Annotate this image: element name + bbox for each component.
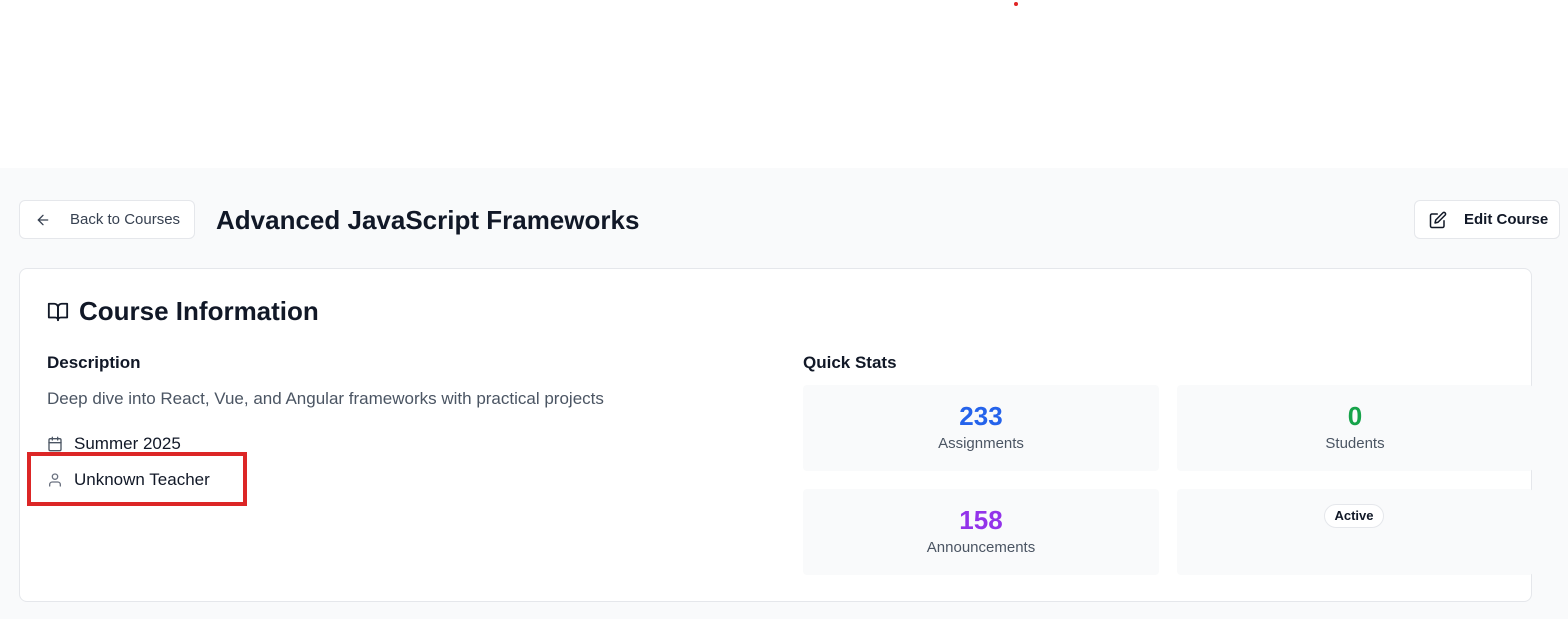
students-stat: 0 Students xyxy=(1177,385,1533,471)
red-dot-marker xyxy=(1014,2,1018,6)
assignments-label: Assignments xyxy=(938,435,1024,452)
students-label: Students xyxy=(1325,435,1385,452)
calendar-icon xyxy=(47,436,63,452)
announcements-label: Announcements xyxy=(926,539,1036,556)
page-header: Back to Courses Advanced JavaScript Fram… xyxy=(0,168,1568,268)
book-open-icon xyxy=(47,301,69,323)
announcements-count: 158 xyxy=(959,505,1003,535)
assignments-count: 233 xyxy=(959,401,1003,431)
status-badge: Active xyxy=(1324,504,1384,528)
students-count: 0 xyxy=(1347,401,1363,431)
arrow-left-icon xyxy=(35,212,51,228)
course-information-card: Course Information Description Deep dive… xyxy=(19,268,1533,602)
quick-stats-heading: Quick Stats xyxy=(803,353,897,372)
card-title: Course Information xyxy=(47,296,319,327)
course-term: Summer 2025 xyxy=(74,434,181,453)
back-button-label: Back to Courses xyxy=(70,211,181,228)
top-blank-area xyxy=(0,0,1568,168)
teacher-highlight-box xyxy=(27,452,247,506)
course-detail-page: Back to Courses Advanced JavaScript Fram… xyxy=(0,168,1568,619)
edit-button-label: Edit Course xyxy=(1464,211,1549,228)
pencil-square-icon xyxy=(1429,211,1447,229)
back-to-courses-button[interactable]: Back to Courses xyxy=(19,200,195,239)
description-heading: Description xyxy=(47,353,141,372)
status-stat: Active xyxy=(1177,489,1533,575)
card-title-text: Course Information xyxy=(79,296,319,326)
term-row: Summer 2025 xyxy=(47,434,181,454)
assignments-stat: 233 Assignments xyxy=(803,385,1159,471)
announcements-stat: 158 Announcements xyxy=(803,489,1159,575)
course-description: Deep dive into React, Vue, and Angular f… xyxy=(47,389,604,408)
edit-course-button[interactable]: Edit Course xyxy=(1414,200,1560,239)
page-title: Advanced JavaScript Frameworks xyxy=(216,205,640,235)
